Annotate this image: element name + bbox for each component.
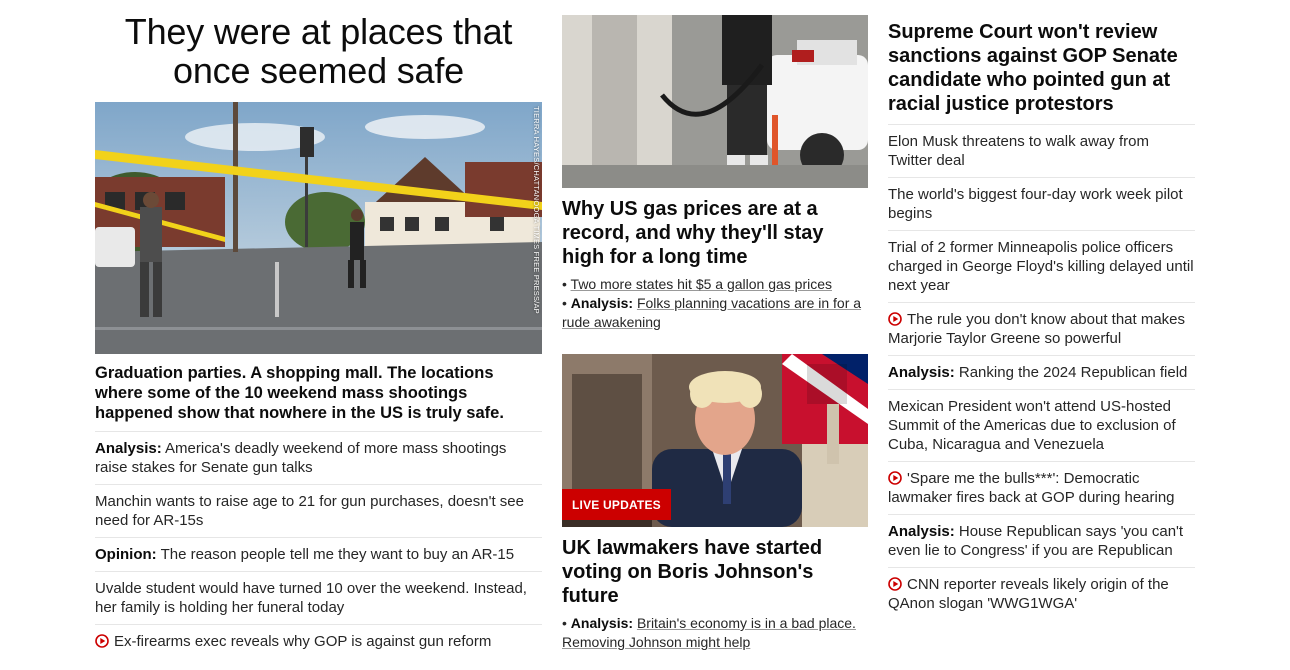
story-label: Opinion: (95, 546, 157, 563)
right-column: Supreme Court won't review sanctions aga… (888, 0, 1195, 620)
lead-headline[interactable]: They were at places that once seemed saf… (95, 12, 542, 90)
story-link[interactable]: Ex-firearms exec reveals why GOP is agai… (95, 625, 542, 658)
story-link[interactable]: CNN reporter reveals likely origin of th… (888, 568, 1195, 620)
boris-image[interactable]: LIVE UPDATES (562, 354, 868, 527)
story-link[interactable]: Elon Musk threatens to walk away from Tw… (888, 125, 1195, 178)
story-text: The rule you don't know about that makes… (888, 311, 1186, 347)
live-updates-badge: LIVE UPDATES (562, 489, 671, 520)
story-text: Manchin wants to raise age to 21 for gun… (95, 493, 524, 529)
story-label: Analysis: (888, 523, 955, 540)
story-link[interactable]: Manchin wants to raise age to 21 for gun… (95, 485, 542, 538)
image-credit: TIERRA HAYES/CHATTANOOGA TIMES FREE PRES… (532, 106, 541, 314)
play-circle-icon (95, 634, 109, 648)
play-circle-icon (888, 577, 902, 591)
story-link[interactable]: 'Spare me the bulls***': Democratic lawm… (888, 462, 1195, 515)
sub-story-label: Analysis: (570, 295, 634, 311)
story-link[interactable]: Uvalde student would have turned 10 over… (95, 572, 542, 625)
story-link[interactable]: The world's biggest four-day work week p… (888, 178, 1195, 231)
gas-pump-image[interactable] (562, 15, 868, 188)
sub-story-link[interactable]: • Analysis: Britain's economy is in a ba… (562, 614, 868, 652)
sub-story-link[interactable]: • Analysis: Folks planning vacations are… (562, 294, 868, 332)
play-circle-icon (888, 471, 902, 485)
story-text: CNN reporter reveals likely origin of th… (888, 576, 1169, 612)
story-text: Ex-firearms exec reveals why GOP is agai… (114, 633, 492, 650)
left-column: They were at places that once seemed saf… (95, 0, 542, 658)
uk-headline[interactable]: UK lawmakers have started voting on Bori… (562, 536, 868, 608)
bullet: • (562, 615, 567, 631)
left-story-list: Analysis: America's deadly weekend of mo… (95, 432, 542, 658)
story-link[interactable]: Analysis: House Republican says 'you can… (888, 515, 1195, 568)
right-headline[interactable]: Supreme Court won't review sanctions aga… (888, 20, 1195, 125)
story-text: Uvalde student would have turned 10 over… (95, 580, 527, 616)
story-link[interactable]: Analysis: Ranking the 2024 Republican fi… (888, 356, 1195, 390)
middle-column: Why US gas prices are at a record, and w… (562, 0, 868, 652)
gas-headline[interactable]: Why US gas prices are at a record, and w… (562, 197, 868, 269)
story-text: Ranking the 2024 Republican field (958, 364, 1188, 381)
story-label: Analysis: (888, 364, 955, 381)
bullet: • (562, 295, 567, 311)
story-link[interactable]: Opinion: The reason people tell me they … (95, 538, 542, 572)
sub-story-text: Two more states hit $5 a gallon gas pric… (570, 276, 833, 292)
story-text: 'Spare me the bulls***': Democratic lawm… (888, 470, 1175, 506)
play-circle-icon (888, 312, 902, 326)
story-link[interactable]: Trial of 2 former Minneapolis police off… (888, 231, 1195, 303)
story-text: Mexican President won't attend US-hosted… (888, 398, 1176, 453)
hero-caption[interactable]: Graduation parties. A shopping mall. The… (95, 363, 542, 432)
hero-image-crime-scene[interactable]: TIERRA HAYES/CHATTANOOGA TIMES FREE PRES… (95, 102, 542, 354)
gas-photo (562, 15, 868, 188)
story-text: The reason people tell me they want to b… (160, 546, 515, 563)
story-link[interactable]: Analysis: America's deadly weekend of mo… (95, 432, 542, 485)
story-text: The world's biggest four-day work week p… (888, 186, 1183, 222)
uk-subheadlines: • Analysis: Britain's economy is in a ba… (562, 614, 868, 652)
story-link[interactable]: Mexican President won't attend US-hosted… (888, 390, 1195, 462)
gas-subheadlines: • Two more states hit $5 a gallon gas pr… (562, 275, 868, 332)
bullet: • (562, 276, 567, 292)
story-label: Analysis: (95, 440, 162, 457)
right-story-list: Elon Musk threatens to walk away from Tw… (888, 125, 1195, 620)
hero-photo (95, 102, 542, 354)
story-text: Elon Musk threatens to walk away from Tw… (888, 133, 1149, 169)
sub-story-label: Analysis: (570, 615, 634, 631)
sub-story-link[interactable]: • Two more states hit $5 a gallon gas pr… (562, 275, 868, 294)
story-link[interactable]: The rule you don't know about that makes… (888, 303, 1195, 356)
story-text: Trial of 2 former Minneapolis police off… (888, 239, 1194, 294)
